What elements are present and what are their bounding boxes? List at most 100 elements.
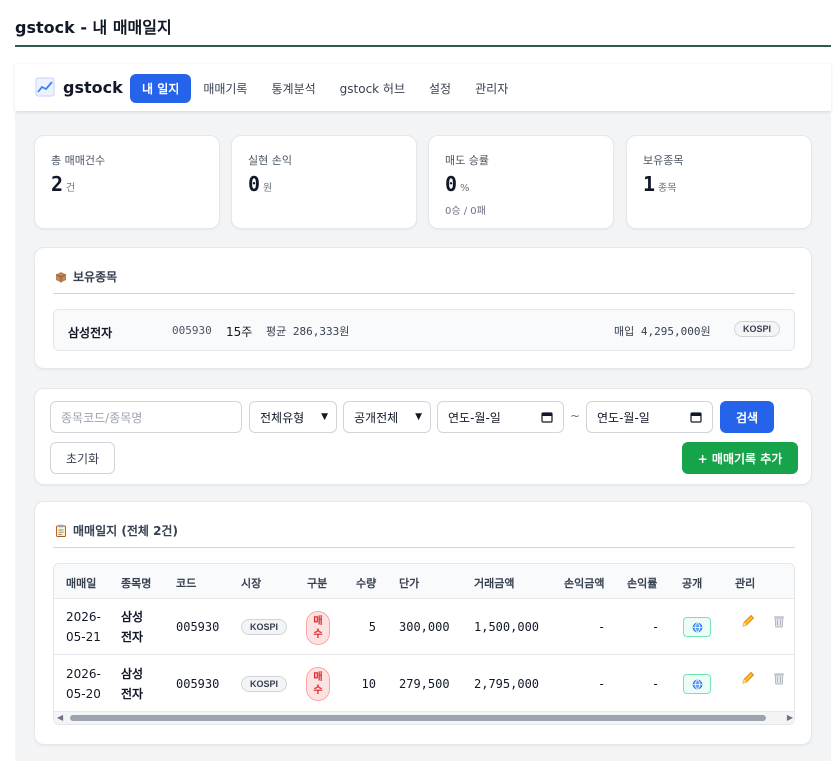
- search-button[interactable]: 검색: [720, 401, 774, 433]
- clipboard-icon: [56, 524, 66, 537]
- pencil-icon[interactable]: [740, 670, 756, 686]
- stat-label: 보유종목: [643, 154, 684, 167]
- tab-gstock-hub[interactable]: gstock 허브: [328, 74, 417, 103]
- add-trade-button[interactable]: + 매매기록 추가: [682, 442, 798, 474]
- cell-pnl: -: [598, 620, 606, 634]
- journal-panel: 매매일지 (전체 2건) 매매일 종목명 코드 시장 구분 수량 단가 거래금액…: [34, 501, 812, 745]
- tab-settings[interactable]: 설정: [417, 74, 463, 103]
- date-to-input[interactable]: 연도-월-일: [586, 401, 713, 433]
- package-icon: [55, 271, 67, 282]
- pencil-icon[interactable]: [740, 613, 756, 629]
- cell-pnl-rate: -: [652, 677, 660, 691]
- type-select[interactable]: 전체유형 ▼: [249, 401, 337, 433]
- tab-statistics[interactable]: 통계분석: [259, 74, 327, 103]
- cell-name: 삼성 전자: [121, 610, 144, 644]
- globe-icon: [692, 679, 702, 689]
- trade-type-badge: 매수: [306, 611, 330, 645]
- journal-title: 매매일지 (전체 2건): [55, 522, 178, 539]
- table-row[interactable]: 2026- 05-21 삼성 전자 005930 KOSPI 매수 5 300,00…: [54, 599, 794, 655]
- horizontal-scrollbar[interactable]: ◀ ▶: [54, 712, 794, 724]
- cell-pnl-rate: -: [652, 620, 660, 634]
- cell-pnl: -: [598, 677, 606, 691]
- col-manage: 관리: [735, 577, 756, 590]
- cell-price: 300,000: [399, 620, 450, 634]
- stat-value: 0원: [248, 172, 273, 196]
- col-price: 단가: [399, 577, 420, 590]
- trash-icon[interactable]: [771, 613, 787, 629]
- col-pnl: 손익금액: [564, 577, 605, 590]
- cell-code: 005930: [176, 677, 220, 691]
- date-range-separator: ~: [570, 409, 581, 423]
- scroll-left-icon[interactable]: ◀: [57, 713, 63, 722]
- tab-admin[interactable]: 관리자: [463, 74, 520, 103]
- journal-table: 매매일 종목명 코드 시장 구분 수량 단가 거래금액 손익금액 손익률 공개 …: [53, 563, 795, 725]
- reset-button[interactable]: 초기화: [50, 442, 115, 474]
- col-date: 매매일: [66, 577, 97, 590]
- holdings-title: 보유종목: [55, 268, 117, 285]
- chevron-down-icon: ▼: [321, 412, 328, 422]
- col-pnl-rate: 손익률: [627, 577, 658, 590]
- table-header: 매매일 종목명 코드 시장 구분 수량 단가 거래금액 손익금액 손익률 공개 …: [54, 564, 794, 599]
- stat-label: 실현 손익: [248, 154, 292, 167]
- scrollbar-thumb[interactable]: [70, 715, 766, 721]
- section-divider: [53, 293, 795, 294]
- scroll-right-icon[interactable]: ▶: [787, 713, 793, 722]
- holding-avg-price: 평균 286,333원: [266, 325, 350, 338]
- col-qty: 수량: [356, 577, 377, 590]
- col-type: 구분: [307, 577, 328, 590]
- chart-icon: [35, 77, 55, 97]
- market-badge: KOSPI: [241, 676, 288, 692]
- col-code: 코드: [176, 577, 197, 590]
- trash-icon[interactable]: [771, 670, 787, 686]
- trade-type-badge: 매수: [306, 667, 330, 701]
- public-toggle[interactable]: [683, 617, 711, 637]
- stat-card-holdings-count: 보유종목 1 종목: [626, 135, 812, 229]
- cell-qty: 10: [361, 677, 376, 691]
- holding-qty: 15주: [226, 325, 253, 339]
- holding-buy-amount: 매입 4,295,000원: [614, 325, 711, 338]
- globe-icon: [692, 622, 702, 632]
- stat-sub: 0승 / 0패: [445, 206, 486, 217]
- stat-card-total-trades: 총 매매건수 2건: [34, 135, 220, 229]
- chevron-down-icon: ▼: [415, 412, 422, 422]
- brand-name: gstock: [63, 77, 123, 97]
- cell-amount: 1,500,000: [474, 620, 540, 634]
- cell-code: 005930: [176, 620, 220, 634]
- tab-trade-records[interactable]: 매매기록: [191, 74, 259, 103]
- filter-panel: 종목코드/종목명 전체유형 ▼ 공개전체 ▼ 연도-월-일 ~ 연도-월-일 검…: [34, 388, 812, 485]
- tab-my-journal[interactable]: 내 일지: [130, 74, 192, 103]
- holding-name: 삼성전자: [68, 326, 113, 340]
- stat-value: 0%: [445, 172, 470, 196]
- holding-code: 005930: [172, 324, 212, 337]
- section-divider: [53, 547, 795, 548]
- cell-name: 삼성 전자: [121, 667, 144, 701]
- search-input[interactable]: 종목코드/종목명: [50, 401, 242, 433]
- table-row[interactable]: 2026- 05-20 삼성 전자 005930 KOSPI 매수 10 279,5…: [54, 656, 794, 712]
- public-toggle[interactable]: [683, 674, 711, 694]
- col-name: 종목명: [121, 577, 152, 590]
- brand[interactable]: gstock: [35, 77, 123, 97]
- stat-card-realized-pnl: 실현 손익 0원: [231, 135, 417, 229]
- cell-date: 2026- 05-20: [66, 667, 101, 701]
- cell-amount: 2,795,000: [474, 677, 540, 691]
- stat-value: 1 종목: [643, 172, 677, 196]
- holding-row[interactable]: 삼성전자 005930 15주 평균 286,333원 매입 4,295,000…: [53, 309, 795, 351]
- holdings-panel: 보유종목 삼성전자 005930 15주 평균 286,333원 매입 4,29…: [34, 247, 812, 369]
- public-select[interactable]: 공개전체 ▼: [343, 401, 431, 433]
- cell-price: 279,500: [399, 677, 450, 691]
- stat-label: 매도 승률: [445, 154, 489, 167]
- stat-card-win-rate: 매도 승률 0% 0승 / 0패: [428, 135, 614, 229]
- stat-value: 2건: [51, 172, 76, 196]
- col-amount: 거래금액: [474, 577, 515, 590]
- navbar: gstock 내 일지 매매기록 통계분석 gstock 허브 설정 관리자: [15, 64, 831, 111]
- col-market: 시장: [241, 577, 262, 590]
- date-from-input[interactable]: 연도-월-일: [437, 401, 564, 433]
- col-public: 공개: [682, 577, 703, 590]
- app-container: gstock 내 일지 매매기록 통계분석 gstock 허브 설정 관리자 총…: [15, 64, 831, 761]
- calendar-icon[interactable]: [690, 411, 702, 423]
- market-badge: KOSPI: [241, 619, 288, 635]
- cell-date: 2026- 05-21: [66, 610, 101, 644]
- calendar-icon[interactable]: [541, 411, 553, 423]
- page-title: gstock - 내 매매일지: [15, 18, 172, 37]
- title-divider: [15, 45, 831, 47]
